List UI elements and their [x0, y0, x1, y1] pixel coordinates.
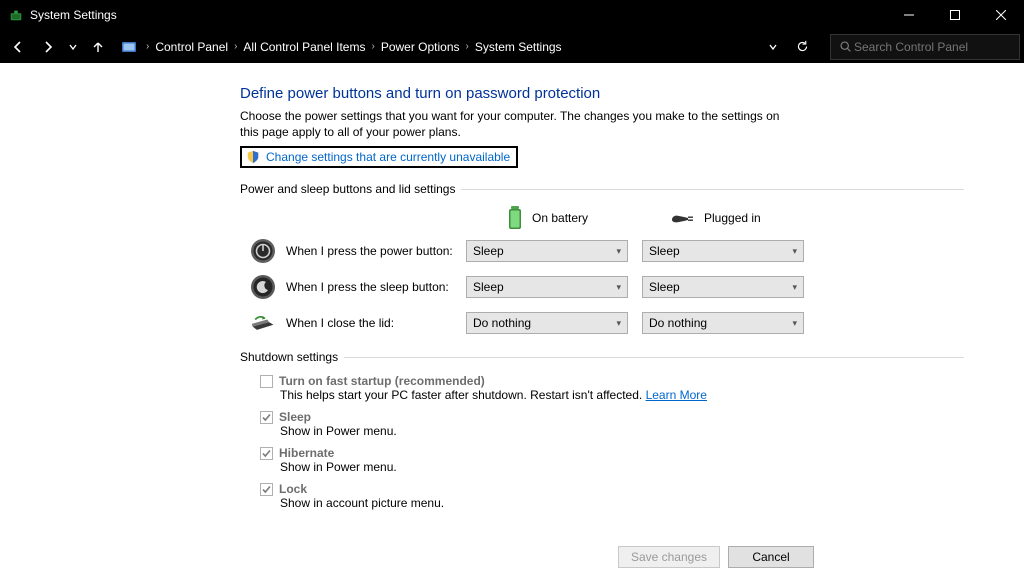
power-sleep-group-title: Power and sleep buttons and lid settings: [240, 182, 455, 196]
address-dropdown-button[interactable]: [764, 34, 782, 60]
row-power-button: When I press the power button: Sleep ▾ S…: [240, 238, 964, 264]
shutdown-settings-title: Shutdown settings: [240, 350, 338, 364]
up-button[interactable]: [84, 34, 112, 60]
save-changes-button[interactable]: Save changes: [618, 546, 720, 568]
hibernate-label: Hibernate: [279, 446, 334, 460]
close-lid-label: When I close the lid:: [286, 316, 394, 330]
back-button[interactable]: [4, 34, 32, 60]
power-button-plugged-select[interactable]: Sleep ▾: [642, 240, 804, 262]
power-sleep-group: Power and sleep buttons and lid settings…: [240, 182, 964, 336]
forward-button[interactable]: [34, 34, 62, 60]
chevron-down-icon: ▾: [792, 246, 797, 257]
power-button-label: When I press the power button:: [286, 244, 453, 258]
lock-sub: Show in account picture menu.: [280, 496, 964, 510]
close-button[interactable]: [978, 0, 1024, 30]
sleep-button-label: When I press the sleep button:: [286, 280, 449, 294]
window-title: System Settings: [30, 8, 886, 22]
shutdown-sleep: Sleep Show in Power menu.: [260, 410, 964, 438]
close-lid-icon: [250, 310, 276, 336]
cancel-button[interactable]: Cancel: [728, 546, 814, 568]
row-close-lid: When I close the lid: Do nothing ▾ Do no…: [240, 310, 964, 336]
change-unavailable-settings-link[interactable]: Change settings that are currently unava…: [266, 150, 510, 164]
footer: Save changes Cancel: [0, 540, 1024, 574]
chevron-down-icon: ▾: [792, 318, 797, 329]
sleep-button-plugged-select[interactable]: Sleep ▾: [642, 276, 804, 298]
chevron-right-icon: ›: [234, 41, 237, 52]
recent-locations-button[interactable]: [64, 34, 82, 60]
refresh-button[interactable]: [788, 34, 816, 60]
navbar: › Control Panel › All Control Panel Item…: [0, 30, 1024, 63]
chevron-down-icon: ▾: [616, 246, 621, 257]
fast-startup-learn-more[interactable]: Learn More: [646, 388, 707, 402]
shutdown-lock: Lock Show in account picture menu.: [260, 482, 964, 510]
battery-icon: [506, 206, 524, 230]
power-button-icon: [250, 238, 276, 264]
fast-startup-sub: This helps start your PC faster after sh…: [280, 388, 642, 402]
divider: [344, 357, 964, 358]
lock-checkbox[interactable]: [260, 483, 273, 496]
crumb-power-options[interactable]: Power Options: [381, 40, 460, 54]
sleep-button-battery-select[interactable]: Sleep ▾: [466, 276, 628, 298]
search-box[interactable]: [830, 34, 1020, 60]
content: Define power buttons and turn on passwor…: [240, 63, 964, 510]
search-icon: [839, 40, 852, 53]
chevron-down-icon: ▾: [616, 318, 621, 329]
app-icon: [8, 7, 24, 23]
breadcrumb[interactable]: › Control Panel › All Control Panel Item…: [114, 34, 762, 60]
fast-startup-label: Turn on fast startup (recommended): [279, 374, 485, 388]
divider: [461, 189, 964, 190]
chevron-right-icon: ›: [146, 41, 149, 52]
shield-icon: [246, 150, 260, 164]
crumb-control-panel[interactable]: Control Panel: [155, 40, 228, 54]
chevron-down-icon: ▾: [792, 282, 797, 293]
change-unavailable-settings[interactable]: Change settings that are currently unava…: [240, 146, 518, 168]
shutdown-settings-group: Shutdown settings Turn on fast startup (…: [240, 350, 964, 510]
crumb-system-settings[interactable]: System Settings: [475, 40, 562, 54]
column-on-battery: On battery: [466, 206, 636, 230]
row-sleep-button: When I press the sleep button: Sleep ▾ S…: [240, 274, 964, 300]
hibernate-sub: Show in Power menu.: [280, 460, 964, 474]
sleep-sub: Show in Power menu.: [280, 424, 964, 438]
chevron-right-icon: ›: [371, 41, 374, 52]
sleep-label: Sleep: [279, 410, 311, 424]
hibernate-checkbox[interactable]: [260, 447, 273, 460]
crumb-all-items[interactable]: All Control Panel Items: [243, 40, 365, 54]
power-button-battery-select[interactable]: Sleep ▾: [466, 240, 628, 262]
sleep-button-icon: [250, 274, 276, 300]
maximize-button[interactable]: [932, 0, 978, 30]
shutdown-fast-startup: Turn on fast startup (recommended) This …: [260, 374, 964, 402]
control-panel-icon: [120, 38, 138, 56]
close-lid-plugged-select[interactable]: Do nothing ▾: [642, 312, 804, 334]
lock-label: Lock: [279, 482, 307, 496]
window-controls: [886, 0, 1024, 30]
sleep-checkbox[interactable]: [260, 411, 273, 424]
shutdown-hibernate: Hibernate Show in Power menu.: [260, 446, 964, 474]
search-input[interactable]: [852, 39, 1011, 55]
titlebar: System Settings: [0, 0, 1024, 30]
close-lid-battery-select[interactable]: Do nothing ▾: [466, 312, 628, 334]
chevron-down-icon: ▾: [616, 282, 621, 293]
chevron-right-icon: ›: [466, 41, 469, 52]
column-plugged-in: Plugged in: [642, 206, 812, 230]
plug-icon: [670, 210, 696, 226]
page-description: Choose the power settings that you want …: [240, 108, 800, 140]
fast-startup-checkbox[interactable]: [260, 375, 273, 388]
page-title: Define power buttons and turn on passwor…: [240, 85, 964, 102]
minimize-button[interactable]: [886, 0, 932, 30]
